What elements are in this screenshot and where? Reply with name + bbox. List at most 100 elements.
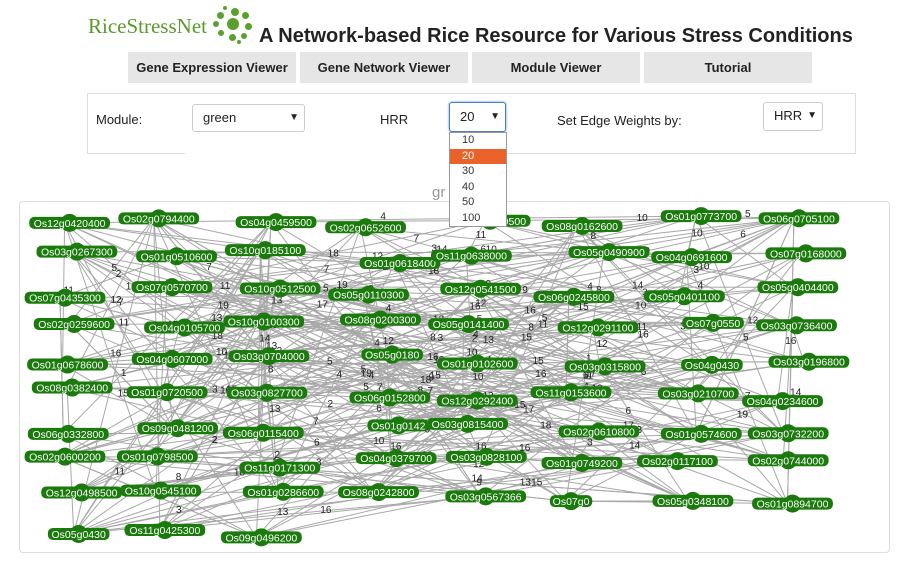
graph-node-label: Os09g0496200: [225, 532, 297, 544]
edge-weight-label: 16: [469, 302, 481, 313]
edge-weight-select[interactable]: HRR ▼: [763, 102, 823, 131]
graph-node: Os05g0430: [47, 524, 110, 543]
edge-weight-label: 5: [542, 313, 548, 324]
edge-weight-label: 18: [328, 249, 340, 260]
edge-weight-label: 12: [383, 336, 395, 347]
graph-node-label: Os12g0420400: [34, 218, 106, 230]
graph-node-label: Os06g0332800: [32, 429, 104, 441]
graph-node-label: Os12g0541500: [445, 284, 517, 296]
graph-node-label: Os02g0744000: [752, 455, 824, 467]
module-select[interactable]: green ▼: [192, 104, 305, 132]
graph-node-label: Os03g0736400: [761, 320, 833, 332]
nav-gene-network-viewer[interactable]: Gene Network Viewer: [300, 52, 468, 83]
graph-node-label: Os03g0815400: [432, 419, 504, 431]
edge-weight-label: 14: [472, 474, 484, 485]
edge-weight-label: 13: [277, 507, 289, 518]
network-svg[interactable]: 4121118102158131119816810102535214712118…: [20, 202, 889, 552]
edge-weight-label: 13: [483, 335, 495, 346]
graph-node: Os06g0332800: [27, 424, 109, 443]
edge-weight-label: 5: [745, 209, 751, 220]
hrr-option[interactable]: 30: [450, 164, 506, 180]
graph-node: Os07g0168000: [765, 244, 847, 263]
graph-node-label: Os01g0102600: [441, 359, 513, 371]
edge-weight-label: 12: [597, 339, 609, 350]
graph-node-label: Os06g0705100: [763, 213, 835, 225]
graph-node-label: Os04g0105700: [149, 322, 221, 334]
edge-weight-label: 8: [430, 332, 436, 343]
graph-node: Os03g0732200: [747, 424, 829, 443]
nav-gene-expression-viewer[interactable]: Gene Expression Viewer: [128, 52, 296, 83]
graph-node-label: Os01g0678600: [32, 360, 104, 372]
hrr-option[interactable]: 10: [450, 133, 506, 149]
graph-node-label: Os11g0171300: [244, 463, 315, 475]
graph-node-label: Os03g0827700: [231, 388, 303, 400]
graph-node-label: Os02g0652600: [330, 222, 402, 234]
graph-node-label: Os10g0100300: [228, 316, 300, 328]
graph-node: Os04g0691600: [651, 248, 733, 267]
graph-node-label: Os12g0291100: [562, 322, 633, 334]
edge-weight-label: 7: [206, 262, 212, 273]
module-label: Module:: [96, 112, 143, 127]
edge-weight-label: Set Edge Weights by:: [557, 113, 682, 128]
edge-weight-label: 4: [386, 303, 392, 314]
edge-weight-label: 6: [740, 230, 746, 241]
edge-weight-label: 16: [638, 330, 650, 341]
edge-weight-label: 8: [176, 472, 182, 483]
edge-weight-label: 10: [637, 213, 649, 224]
nav-module-viewer[interactable]: Module Viewer: [472, 52, 640, 83]
graph-node: Os05g0404400: [757, 278, 839, 297]
graph-title: gr: [432, 184, 446, 201]
graph-node-label: Os07g0: [553, 496, 590, 508]
graph-node: Os03g0267300: [36, 242, 118, 261]
edge-weight-label: 1: [121, 368, 127, 379]
chevron-down-icon: ▼: [289, 112, 299, 123]
graph-node-label: Os05g0141400: [433, 319, 505, 331]
main-nav: Gene Expression Viewer Gene Network View…: [128, 52, 816, 83]
graph-node: Os08g0382400: [31, 378, 113, 397]
graph-node: Os04g0234600: [742, 392, 823, 411]
graph-node-label: Os06g0115400: [228, 428, 299, 440]
graph-node: Os01g0102600: [436, 354, 518, 373]
graph-node: Os03g0196800: [768, 352, 850, 371]
nav-tutorial[interactable]: Tutorial: [644, 52, 812, 83]
edge-weight-label: 9: [522, 285, 528, 296]
edge-weight-label: 15: [430, 371, 442, 382]
graph-node-label: Os08g0162600: [546, 221, 618, 233]
edge-weight-label: 10: [472, 372, 484, 383]
graph-node-label: Os10g0545100: [125, 486, 197, 498]
graph-node-label: Os01g0773700: [665, 211, 737, 223]
edge-weight-label: 3: [212, 384, 218, 395]
graph-node-label: Os05g0348100: [657, 496, 729, 508]
graph-node: Os09g0481200: [137, 419, 219, 438]
network-graph[interactable]: 4121118102158131119816810102535214712118…: [19, 201, 890, 553]
hrr-option[interactable]: 40: [450, 180, 506, 196]
graph-node-label: Os08g0200300: [345, 315, 417, 327]
graph-node-label: Os02g0610800: [563, 426, 635, 438]
edge-weight-label: 11: [476, 230, 487, 241]
hrr-option[interactable]: 100: [450, 211, 506, 227]
graph-node-label: Os01g0618400: [364, 258, 436, 270]
edge-weight-label: 16: [320, 505, 332, 516]
graph-node-label: Os03g0315800: [569, 361, 641, 373]
graph-node-label: Os04g0234600: [747, 396, 819, 408]
graph-node-label: Os01g0894700: [757, 499, 829, 511]
edge-weight-label: 16: [525, 305, 537, 316]
edge-weight-label: 5: [111, 263, 117, 274]
edge-weight-label: 4: [698, 281, 704, 292]
graph-node-label: Os03g0567366: [450, 491, 522, 503]
graph-node-label: Os02g0259600: [38, 319, 110, 331]
graph-node-label: Os01g0286600: [247, 487, 319, 499]
hrr-option[interactable]: 50: [450, 195, 506, 211]
hrr-option-selected[interactable]: 20: [450, 148, 506, 164]
edge-weight-label: 4: [587, 281, 593, 292]
panel-divider: [506, 153, 855, 154]
graph-node: Os02g0794400: [118, 209, 200, 228]
logo[interactable]: RiceStressNet: [88, 6, 255, 46]
edge-weight-label: 4: [380, 211, 386, 222]
hrr-select[interactable]: 20 ▼: [449, 102, 506, 132]
graph-node-label: Os03g0267300: [41, 247, 113, 259]
graph-node: Os11g0425300: [124, 521, 206, 540]
edge-weight-label: 4: [337, 369, 343, 380]
edge-weight-label: 10: [635, 301, 647, 312]
graph-node-label: Os08g0382400: [36, 383, 108, 395]
